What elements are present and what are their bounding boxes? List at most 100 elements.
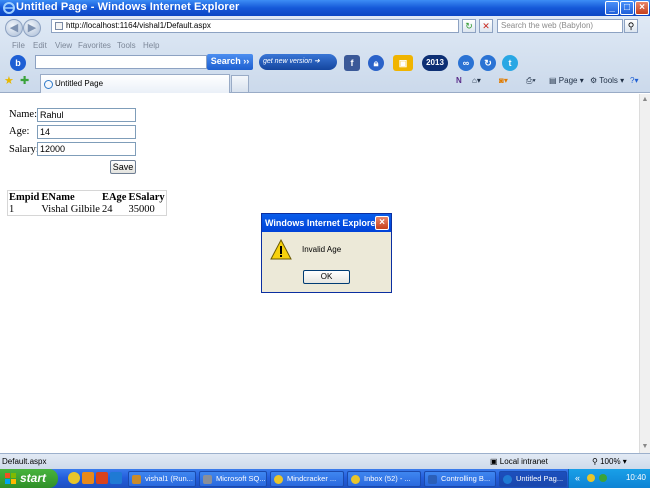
web-search-button[interactable]: ⚲ (624, 19, 638, 33)
word-icon (428, 475, 437, 484)
onenote-icon[interactable]: N (456, 76, 462, 85)
table-row: 1 Vishal Gilbile 24 35000 (8, 204, 167, 216)
menu-file[interactable]: File (12, 41, 25, 50)
chrome-quicklaunch-icon[interactable] (68, 472, 80, 484)
menu-help[interactable]: Help (143, 41, 159, 50)
scroll-down-icon[interactable]: ▼ (641, 443, 649, 451)
salary-input[interactable]: 12000 (37, 142, 136, 156)
taskbar-item-inbox[interactable]: Inbox (52) - ... (347, 471, 421, 487)
stop-icon: ✕ (482, 21, 490, 31)
new-tab-button[interactable] (231, 75, 249, 92)
visual-studio-icon (132, 475, 141, 484)
toolbar-search-input[interactable] (35, 55, 207, 69)
chrome-icon (274, 475, 283, 484)
tab-untitled-page[interactable]: Untitled Page (40, 74, 230, 93)
close-window-button[interactable]: × (635, 1, 649, 15)
get-new-version-button[interactable]: get new version ➜ (259, 54, 337, 70)
taskbar-item-label: Inbox (52) - ... (364, 474, 411, 483)
tab-title: Untitled Page (55, 79, 104, 88)
web-search-input[interactable]: Search the web (Babylon) (497, 19, 623, 33)
cell-esalary: 35000 (128, 204, 155, 215)
toolbar-search-label: Search (210, 56, 241, 66)
toolbar-search-button[interactable]: Search ›› (207, 54, 253, 70)
taskbar-item-label: vishal1 (Run... (145, 474, 193, 483)
shopping-bag-icon[interactable]: ▣ (393, 55, 413, 71)
header-esalary: ESalary (128, 192, 165, 203)
window-title-bar: Untitled Page - Windows Internet Explore… (0, 0, 650, 16)
zoom-level[interactable]: ⚲ 100% ▾ (592, 457, 627, 466)
menu-edit[interactable]: Edit (33, 41, 47, 50)
window-title: Untitled Page - Windows Internet Explore… (16, 1, 240, 13)
zoom-icon: ⚲ (592, 457, 598, 466)
refresh-circle-icon[interactable]: ↻ (480, 55, 496, 71)
tools-menu-button[interactable]: ⚙ Tools ▾ (590, 76, 624, 85)
office-quicklaunch-icon[interactable] (96, 472, 108, 484)
ie-tab-icon (44, 80, 53, 89)
tools-menu-label: Tools (599, 76, 618, 85)
taskbar-item-label: Untitled Pag... (516, 474, 564, 483)
dialog-close-button[interactable]: × (375, 216, 389, 230)
back-button[interactable]: ◀ (5, 19, 23, 37)
forward-button[interactable]: ▶ (23, 19, 41, 37)
menu-bar: File Edit View Favorites Tools Help (0, 40, 650, 52)
windows-flag-icon (5, 473, 16, 484)
chrome-icon (351, 475, 360, 484)
page-menu-button[interactable]: ▤ Page ▾ (549, 76, 584, 85)
vertical-scrollbar[interactable]: ▲ ▼ (639, 94, 650, 453)
taskbar-item-mindcracker[interactable]: Mindcracker ... (270, 471, 344, 487)
year-badge[interactable]: 2013 (422, 55, 448, 71)
ie-logo-icon (3, 2, 15, 14)
add-favorite-icon[interactable]: ✚ (20, 74, 29, 87)
taskbar-item-controlling[interactable]: Controlling B... (424, 471, 496, 487)
zoom-label: 100% (600, 457, 621, 466)
maximize-button[interactable]: □ (620, 1, 634, 15)
cell-ename: Vishal Gilbile (41, 204, 100, 215)
ie-quicklaunch-icon[interactable] (110, 472, 122, 484)
facebook-icon[interactable]: f (344, 55, 360, 71)
menu-favorites[interactable]: Favorites (78, 41, 111, 50)
outlook-quicklaunch-icon[interactable] (82, 472, 94, 484)
alert-dialog: Windows Internet Explorer × Invalid Age … (261, 213, 392, 293)
forward-arrow-icon: ▶ (27, 22, 37, 34)
system-tray: « 10:40 (568, 469, 650, 488)
taskbar-item-sql[interactable]: Microsoft SQ... (199, 471, 267, 487)
refresh-button[interactable]: ↻ (462, 19, 476, 33)
tray-arrow-icon[interactable]: « (575, 473, 580, 483)
babylon-logo-icon[interactable]: b (10, 55, 26, 71)
feeds-icon[interactable]: ◙▾ (499, 76, 508, 85)
start-label: start (20, 471, 47, 485)
dialog-ok-button[interactable]: OK (303, 270, 350, 284)
age-input[interactable]: 14 (37, 125, 136, 139)
print-icon[interactable]: ⎙▾ (526, 76, 536, 86)
lock-icon[interactable]: 🔒︎ (368, 55, 384, 71)
start-button[interactable]: start (0, 469, 58, 488)
minimize-button[interactable]: _ (605, 1, 619, 15)
salary-label: Salary: (9, 144, 39, 155)
header-ename: EName (41, 192, 75, 203)
back-arrow-icon: ◀ (9, 22, 19, 34)
favorites-star-icon[interactable]: ★ (4, 74, 14, 87)
menu-tools[interactable]: Tools (117, 41, 136, 50)
taskbar-item-untitled-page[interactable]: Untitled Pag... (499, 471, 567, 487)
address-bar[interactable]: http://localhost:1164/vishal1/Default.as… (51, 19, 459, 33)
home-icon[interactable]: ⌂▾ (472, 76, 481, 85)
taskbar-item-vishal1[interactable]: vishal1 (Run... (128, 471, 196, 487)
tray-security-icon[interactable] (599, 474, 607, 482)
name-label: Name: (9, 109, 37, 120)
employee-grid: Empid EName EAge ESalary 1 Vishal Gilbil… (7, 190, 167, 216)
dialog-title: Windows Internet Explorer (262, 214, 391, 232)
security-zone[interactable]: ▣ Local intranet (490, 457, 548, 466)
tray-network-icon[interactable] (587, 474, 595, 482)
grid-header-row: Empid EName EAge ESalary (8, 191, 167, 205)
scroll-up-icon[interactable]: ▲ (641, 96, 649, 104)
header-eage: EAge (101, 192, 127, 203)
stop-button[interactable]: ✕ (479, 19, 493, 33)
menu-view[interactable]: View (55, 41, 72, 50)
status-bar: Default.aspx ▣ Local intranet ⚲ 100% ▾ (0, 453, 650, 469)
save-button[interactable]: Save (110, 160, 136, 174)
twitter-icon[interactable]: t (502, 55, 518, 71)
messenger-icon[interactable]: ∞ (458, 55, 474, 71)
clock: 10:40 (625, 473, 646, 482)
help-icon[interactable]: ?▾ (630, 76, 638, 85)
name-input[interactable]: Rahul (37, 108, 136, 122)
